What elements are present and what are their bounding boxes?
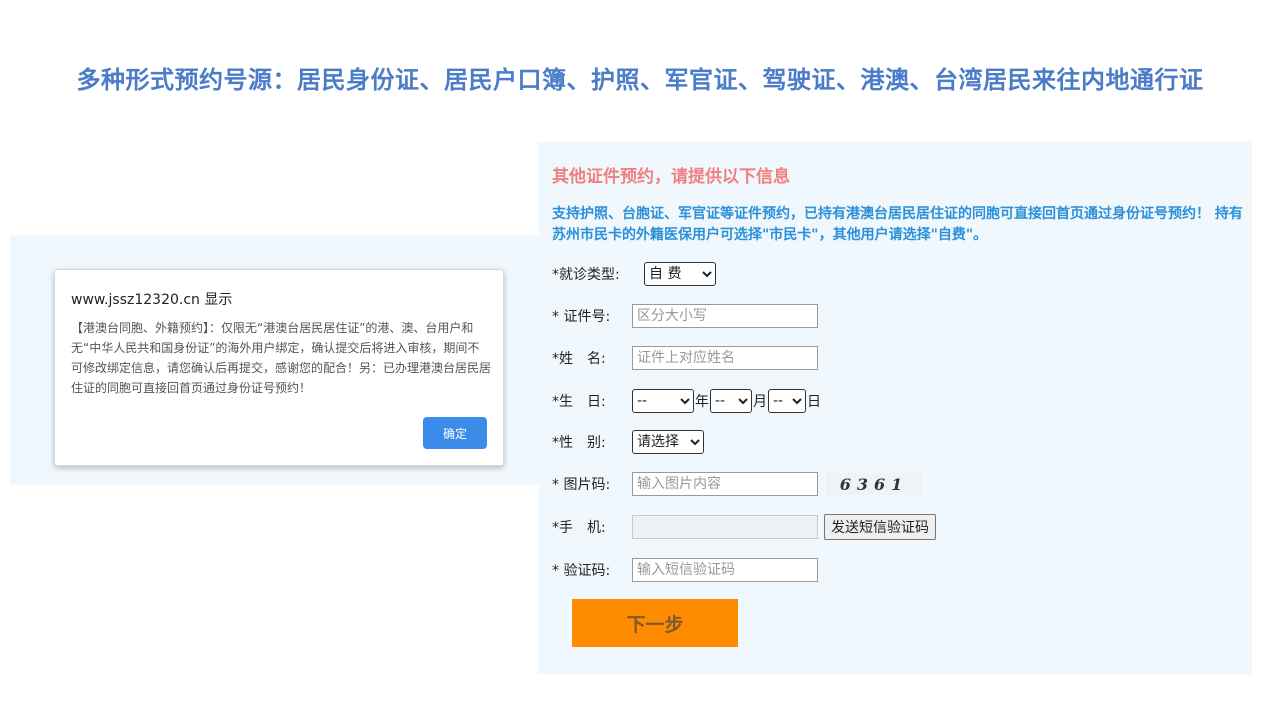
birth-month-select[interactable]: -- [710,389,752,413]
birth-label: *生 日: [552,394,606,410]
next-step-button[interactable]: 下一步 [572,599,738,647]
name-input[interactable] [632,346,818,370]
image-code-row: * 图片码: 6361 [552,471,922,497]
name-label: *姓 名: [552,351,606,367]
visit-type-label: *就诊类型: [552,267,620,283]
visit-type-select[interactable]: 自 费 [644,262,716,286]
dialog-ok-button[interactable]: 确定 [423,417,487,449]
form-notice: 支持护照、台胞证、军官证等证件预约，已持有港澳台居民居住证的同胞可直接回首页通过… [552,206,1243,243]
send-sms-button[interactable]: 发送短信验证码 [824,514,936,540]
visit-type-row: *就诊类型: 自 费 [552,261,716,287]
birth-year-select[interactable]: -- [632,389,694,413]
captcha-image[interactable]: 6361 [826,473,922,495]
gender-select[interactable]: 请选择 [632,430,704,454]
form-title: 其他证件预约，请提供以下信息 [552,167,790,187]
dialog-title: www.jssz12320.cn 显示 [71,292,233,308]
month-unit: 月 [753,394,767,410]
image-code-label: * 图片码: [552,477,611,493]
sms-code-row: * 验证码: [552,557,818,583]
dialog-message: 【港澳台同胞、外籍预约】：仅限无“港澳台居民居住证”的港、澳、台用户和无“中华人… [71,321,492,395]
birth-row: *生 日: -- 年 -- 月 -- 日 [552,388,822,414]
id-number-input[interactable] [632,304,818,328]
sms-code-label: * 验证码: [552,563,611,579]
gender-row: *性 别: 请选择 [552,429,704,455]
id-number-row: * 证件号: [552,303,818,329]
phone-row: *手 机: 发送短信验证码 [552,514,936,540]
image-code-input[interactable] [632,472,818,496]
id-number-label: * 证件号: [552,309,611,325]
phone-input[interactable] [632,515,818,539]
name-row: *姓 名: [552,345,818,371]
birth-day-select[interactable]: -- [768,389,806,413]
day-unit: 日 [807,394,821,410]
alert-dialog: www.jssz12320.cn 显示 【港澳台同胞、外籍预约】：仅限无“港澳台… [54,269,504,466]
year-unit: 年 [695,394,709,410]
gender-label: *性 别: [552,435,606,451]
page-headline: 多种形式预约号源：居民身份证、居民户口簿、护照、军官证、驾驶证、港澳、台湾居民来… [76,66,1204,94]
appointment-form-panel: 其他证件预约，请提供以下信息 支持护照、台胞证、军官证等证件预约，已持有港澳台居… [538,142,1252,674]
sms-code-input[interactable] [632,558,818,582]
phone-label: *手 机: [552,520,606,536]
